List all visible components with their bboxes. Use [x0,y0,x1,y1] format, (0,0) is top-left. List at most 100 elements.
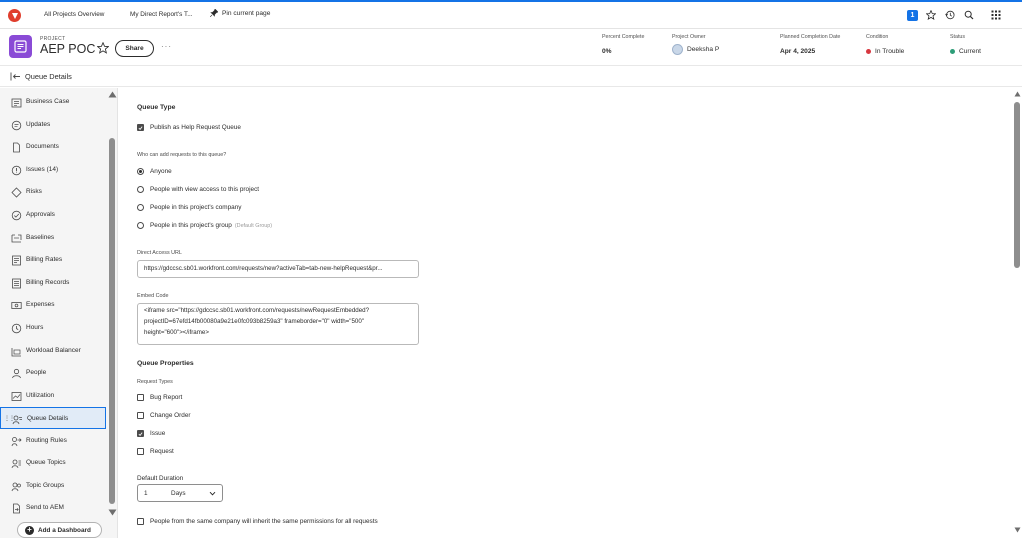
radio-anyone-input[interactable] [137,168,144,175]
project-owner: Project Owner Deeksha P [672,34,719,55]
main-scrollbar[interactable] [1012,88,1022,538]
radio-view-access-label: People with view access to this project [150,186,260,193]
inherit-permissions-row[interactable]: People from the same company will inheri… [137,518,378,525]
sidebar-item-label: Queue Topics [26,459,66,466]
radio-company-input[interactable] [137,204,144,211]
issues-icon [10,164,22,176]
request-type-change[interactable]: Change Order [137,412,191,419]
request-type-bug[interactable]: Bug Report [137,394,182,401]
request-type-request[interactable]: Request [137,448,174,455]
workload-balancer-icon [10,345,22,357]
more-options-icon[interactable]: ··· [161,42,172,51]
sidebar-item-label: Baselines [26,234,55,241]
queue-details-icon [11,413,23,425]
favorites-star-icon[interactable] [925,9,937,21]
scroll-up-icon[interactable] [1014,91,1021,97]
sidebar-item-queue-details[interactable]: ⋮⋮ Queue Details [0,407,106,429]
radio-group[interactable]: People in this project's group (Default … [137,222,272,229]
planned-completion: Planned Completion Date Apr 4, 2025 [780,34,840,55]
duration-value[interactable]: 1 [144,490,148,497]
add-dashboard-button[interactable]: + Add a Dashboard [17,522,102,538]
sidebar-item-topic-groups[interactable]: Topic Groups [0,475,106,497]
approvals-icon [10,209,22,221]
condition-value[interactable]: In Trouble [875,48,904,55]
bug-report-label: Bug Report [150,394,183,401]
nav-tab-direct-reports[interactable]: My Direct Report's T... [130,11,193,18]
bug-report-checkbox[interactable] [137,394,144,401]
sidebar-item-approvals[interactable]: Approvals [0,204,106,226]
favorite-star-icon[interactable] [96,41,110,56]
sidebar-item-billing-rates[interactable]: Billing Rates [0,249,106,271]
embed-code-line: projectID=67efd14fb00080a9e21e0fc093b825… [144,318,364,325]
duration-unit[interactable]: Days [171,490,186,497]
queue-type-heading: Queue Type [137,104,176,111]
sidebar-item-issues[interactable]: Issues (14) [0,159,106,181]
sidebar-item-label: Billing Rates [26,256,63,263]
chevron-down-icon[interactable] [209,490,216,497]
pin-icon [210,9,218,17]
radio-group-input[interactable] [137,222,144,229]
change-order-checkbox[interactable] [137,412,144,419]
workfront-logo-icon[interactable] [8,9,21,22]
request-type-issue[interactable]: Issue [137,430,165,437]
routing-rules-icon [10,435,22,447]
search-icon[interactable] [963,9,975,21]
sidebar-item-routing-rules[interactable]: Routing Rules [0,430,106,452]
queue-topics-icon [10,457,22,469]
sidebar-item-baselines[interactable]: Baselines [0,227,106,249]
radio-company-label: People in this project's company [150,204,242,211]
sidebar-item-hours[interactable]: Hours [0,317,106,339]
sidebar-item-utilization[interactable]: Utilization [0,385,106,407]
change-order-label: Change Order [150,412,191,419]
radio-company[interactable]: People in this project's company [137,204,241,211]
nav-tab-all-projects[interactable]: All Projects Overview [44,11,104,18]
sidebar-item-documents[interactable]: Documents [0,136,106,158]
publish-checkbox-row[interactable]: Publish as Help Request Queue [137,124,241,131]
sidebar-item-risks[interactable]: Risks [0,181,106,203]
scroll-down-icon[interactable] [108,509,117,516]
scroll-down-icon[interactable] [1014,527,1021,533]
sidebar-item-label: Issues (14) [26,166,59,173]
pin-current-page-button[interactable]: Pin current page [210,9,270,17]
embed-code-label: Embed Code [137,293,169,299]
status-value[interactable]: Current [959,48,981,55]
history-icon[interactable] [944,9,956,21]
queue-details-panel: Queue Type Publish as Help Request Queue… [119,88,1012,538]
publish-checkbox[interactable] [137,124,144,131]
sidebar-item-expenses[interactable]: Expenses [0,294,106,316]
radio-view-access[interactable]: People with view access to this project [137,186,259,193]
radio-view-access-input[interactable] [137,186,144,193]
default-duration-label: Default Duration [137,475,184,482]
embed-code-field[interactable]: <iframe src="https://gdccsc.sb01.workfro… [137,303,419,345]
issue-label: Issue [150,430,166,437]
sidebar-scrollbar[interactable] [108,88,117,538]
radio-anyone[interactable]: Anyone [137,168,172,175]
sidebar-item-send-to-aem[interactable]: Send to AEM [0,497,106,519]
sidebar-item-label: Queue Details [27,415,69,422]
avatar [672,44,683,55]
project-owner-value[interactable]: Deeksha P [687,46,719,53]
app-grid-icon[interactable] [990,9,1002,21]
baselines-icon [10,232,22,244]
sidebar-item-updates[interactable]: Updates [0,114,106,136]
notification-badge[interactable]: 1 [907,9,918,21]
section-header: Queue Details [0,67,1022,87]
direct-url-field[interactable]: https://gdccsc.sb01.workfront.com/reques… [137,260,419,278]
sidebar-item-queue-topics[interactable]: Queue Topics [0,452,106,474]
sidebar-item-people[interactable]: People [0,362,106,384]
scroll-up-icon[interactable] [108,91,117,98]
expenses-icon [10,299,22,311]
collapse-panel-icon[interactable] [10,72,21,83]
sidebar-item-label: Business Case [26,98,70,105]
sidebar-item-billing-records[interactable]: Billing Records [0,272,106,294]
inherit-permissions-checkbox[interactable] [137,518,144,525]
request-checkbox[interactable] [137,448,144,455]
page-title: Queue Details [25,72,72,81]
sidebar-item-business-case[interactable]: Business Case [0,91,106,113]
issue-checkbox[interactable] [137,430,144,437]
main-scroll-thumb[interactable] [1014,102,1020,268]
sidebar-scroll-thumb[interactable] [109,138,115,504]
default-duration-select[interactable]: 1 Days [137,484,223,502]
share-button[interactable]: Share [115,40,154,57]
sidebar-item-workload-balancer[interactable]: Workload Balancer [0,340,106,362]
